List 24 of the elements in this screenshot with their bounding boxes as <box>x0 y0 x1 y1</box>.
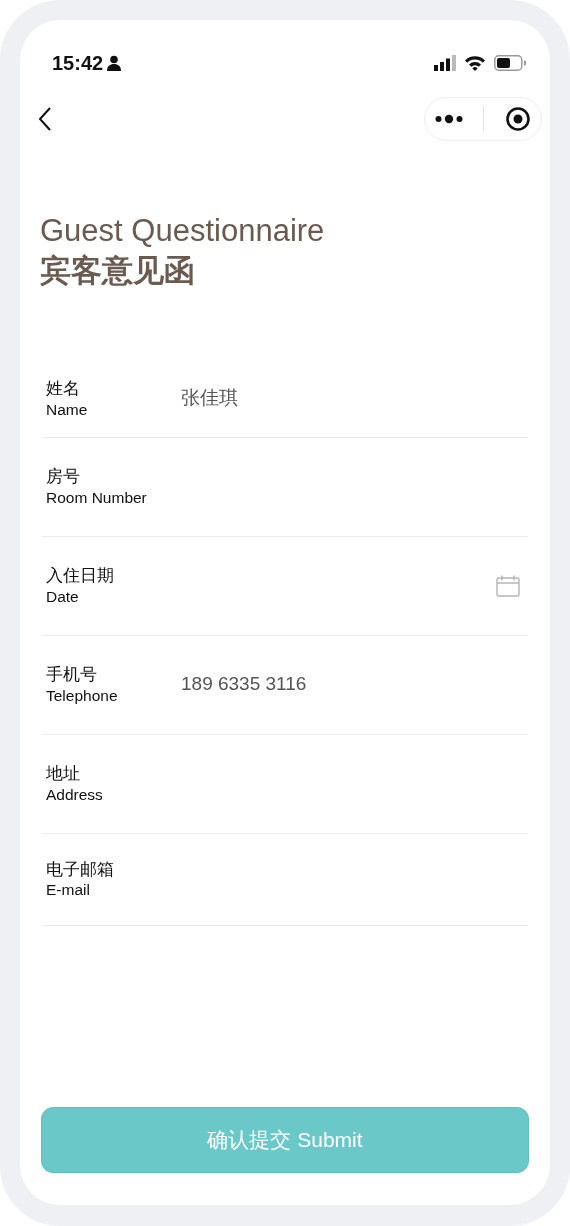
input-field[interactable]: 张佳琪 <box>181 384 524 413</box>
person-icon <box>107 55 122 71</box>
page-title-chinese: 宾客意见函 <box>40 252 196 291</box>
field-label: 入住日期 <box>46 565 115 587</box>
battery-icon <box>494 55 526 71</box>
field-label: Name <box>46 399 89 419</box>
field-label: E-mail <box>46 880 91 900</box>
status-time: 15:42 <box>52 51 104 76</box>
field-label: 房号 <box>46 466 81 488</box>
page-title: Guest Questionnaire <box>40 212 326 250</box>
field-label: 手机号 <box>46 664 98 686</box>
close-target-icon[interactable] <box>504 106 531 132</box>
field-label: Room Number <box>46 487 148 507</box>
back-icon[interactable] <box>38 107 52 131</box>
field-label: Date <box>46 586 80 606</box>
wifi-icon <box>464 55 486 71</box>
field-label: 姓名 <box>46 378 81 400</box>
field-label: 电子邮箱 <box>46 858 115 880</box>
field-label: Address <box>46 784 104 804</box>
more-icon[interactable] <box>435 114 464 124</box>
field-label: 地址 <box>46 763 81 785</box>
field-label: Telephone <box>46 685 119 705</box>
input-field[interactable]: 189 6335 3116 <box>181 670 524 699</box>
signal-icon <box>434 55 456 71</box>
